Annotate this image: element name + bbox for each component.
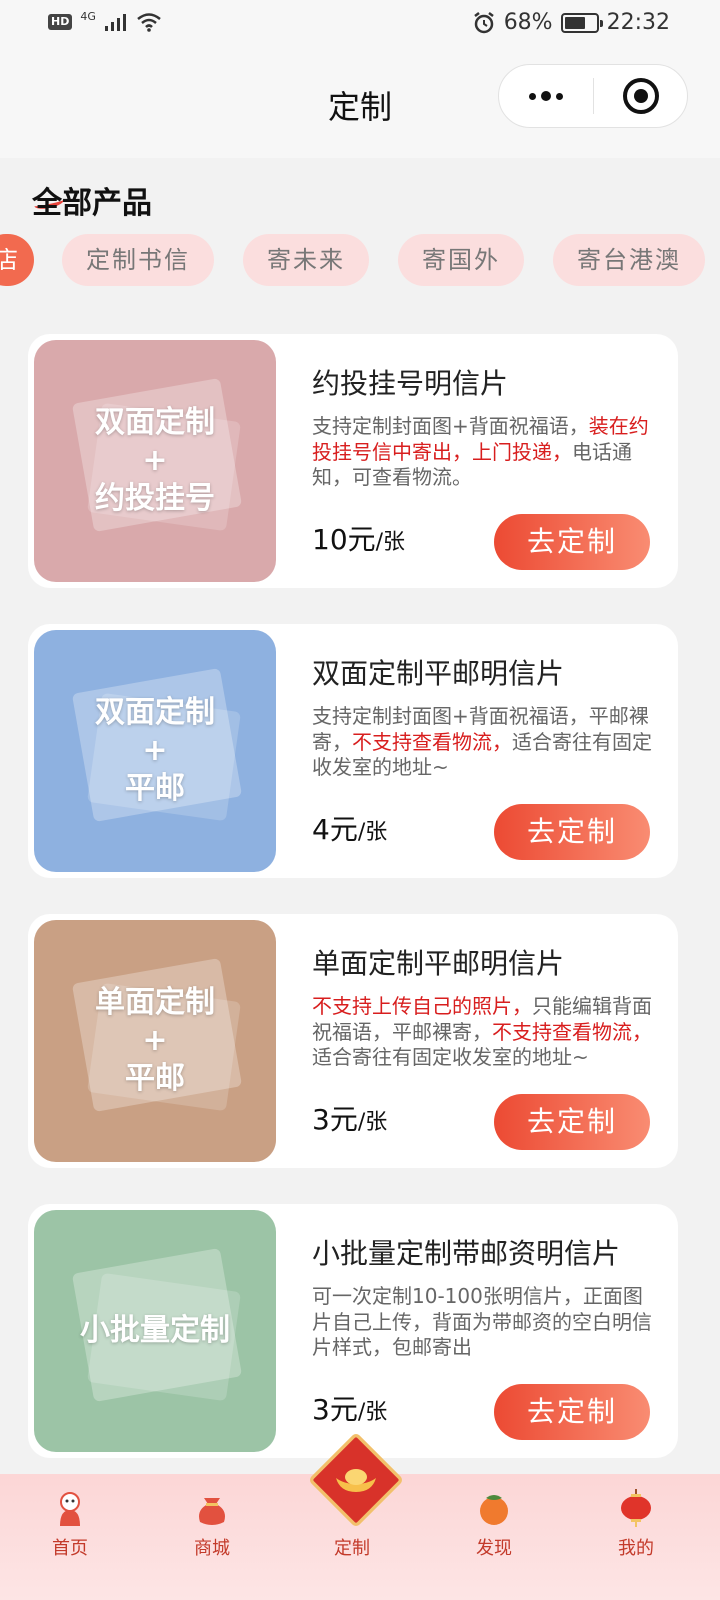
category-chip-letters[interactable]: 定制书信: [62, 234, 214, 286]
product-thumbnail: 小批量定制: [34, 1210, 276, 1452]
price-value: 3元: [312, 1393, 358, 1426]
chip-label: 店: [0, 246, 20, 274]
price-value: 10元: [312, 523, 376, 556]
clock: 22:32: [606, 10, 670, 35]
thumbnail-caption: 单面定制 + 平邮: [95, 985, 215, 1096]
product-price: 3元/张: [312, 1388, 387, 1428]
nav-header: 定制: [0, 50, 720, 158]
category-chip-abroad[interactable]: 寄国外: [398, 234, 524, 286]
product-description: 不支持上传自己的照片，只能编辑背面祝福语，平邮裸寄，不支持查看物流，适合寄往有固…: [312, 994, 652, 1071]
price-unit: /张: [357, 820, 388, 845]
target-icon: [622, 78, 659, 114]
thumbnail-caption: 双面定制 + 约投挂号: [95, 405, 215, 516]
price-unit: /张: [357, 1110, 388, 1135]
battery-fill: [564, 16, 585, 29]
customize-button[interactable]: 去定制: [494, 1384, 650, 1440]
customize-button[interactable]: 去定制: [494, 514, 650, 570]
tab-mall[interactable]: 商城: [152, 1474, 272, 1600]
product-thumbnail: 双面定制 + 约投挂号: [34, 340, 276, 582]
description-highlight: 不支持查看物流，: [352, 729, 512, 754]
lucky-bag-icon: [192, 1488, 232, 1528]
more-dot-icon: [529, 92, 536, 100]
thumbnail-caption: 双面定制 + 平邮: [95, 695, 215, 806]
customize-button[interactable]: 去定制: [494, 804, 650, 860]
customize-button[interactable]: 去定制: [494, 1094, 650, 1150]
product-price: 3元/张: [312, 1098, 387, 1138]
description-highlight: 不支持查看物流，: [492, 1019, 652, 1044]
tab-mine[interactable]: 我的: [576, 1474, 696, 1600]
lantern-icon: [616, 1488, 656, 1528]
battery-percent: 68%: [503, 10, 553, 35]
alarm-icon: [473, 11, 494, 33]
price-value: 3元: [312, 1103, 358, 1136]
gold-ingot-icon: [336, 1469, 376, 1492]
close-miniprogram-button[interactable]: [594, 65, 687, 127]
category-chip-future[interactable]: 寄未来: [243, 234, 369, 286]
product-card[interactable]: 小批量定制 小批量定制带邮资明信片 可一次定制10-100张明信片，正面图片自己…: [28, 1204, 678, 1458]
description-text: 适合寄往有固定收发室的地址~: [312, 1045, 589, 1069]
product-card[interactable]: 双面定制 + 平邮 双面定制平邮明信片 支持定制封面图+背面祝福语，平邮裸寄，不…: [28, 624, 678, 878]
description-text: 可一次定制10-100张明信片，正面图片自己上传，背面为带邮资的空白明信片样式，…: [312, 1284, 652, 1359]
product-card[interactable]: 双面定制 + 约投挂号 约投挂号明信片 支持定制封面图+背面祝福语，装在约投挂号…: [28, 334, 678, 588]
more-dot-icon: [541, 91, 551, 101]
status-bar: HD 4G 68% 22:32: [0, 0, 720, 50]
price-unit: /张: [375, 530, 406, 555]
status-right: 68% 22:32: [472, 10, 670, 35]
price-value: 4元: [312, 813, 358, 846]
tab-label: 首页: [52, 1538, 88, 1559]
miniprogram-capsule: [498, 64, 688, 128]
price-unit: /张: [357, 1400, 388, 1425]
more-button[interactable]: [499, 65, 593, 127]
category-chip-active[interactable]: 店: [0, 234, 34, 286]
hd-badge: HD: [48, 14, 73, 30]
tab-discover[interactable]: 发现: [434, 1474, 554, 1600]
product-description: 可一次定制10-100张明信片，正面图片自己上传，背面为带邮资的空白明信片样式，…: [312, 1284, 652, 1361]
tab-customize[interactable]: [307, 1431, 405, 1529]
product-thumbnail: 单面定制 + 平邮: [34, 920, 276, 1162]
more-dot-icon: [556, 92, 563, 100]
tab-label: 定制: [334, 1538, 370, 1559]
persimmon-icon: [474, 1488, 514, 1528]
product-description: 支持定制封面图+背面祝福语，平邮裸寄，不支持查看物流，适合寄往有固定收发室的地址…: [312, 704, 652, 781]
product-card[interactable]: 单面定制 + 平邮 单面定制平邮明信片 不支持上传自己的照片，只能编辑背面祝福语…: [28, 914, 678, 1168]
product-thumbnail: 双面定制 + 平邮: [34, 630, 276, 872]
signal-icon: [104, 14, 126, 31]
category-tabs: 店 定制书信 寄未来 寄国外 寄台港澳: [0, 234, 720, 288]
tab-label: 商城: [194, 1538, 230, 1559]
product-name: 小批量定制带邮资明信片: [312, 1237, 621, 1270]
section-title: 全部产品: [32, 186, 152, 221]
description-highlight: 不支持上传自己的照片，: [312, 994, 532, 1018]
category-chip-hk-macau-taiwan[interactable]: 寄台港澳: [553, 234, 705, 286]
network-type: 4G: [80, 9, 96, 23]
tab-label: 我的: [618, 1538, 654, 1559]
mascot-icon: [50, 1488, 90, 1528]
tab-label: 发现: [476, 1538, 512, 1559]
product-description: 支持定制封面图+背面祝福语，装在约投挂号信中寄出，上门投递，电话通知，可查看物流…: [312, 414, 652, 491]
battery-icon: [560, 12, 603, 33]
product-name: 双面定制平邮明信片: [312, 657, 565, 690]
product-name: 约投挂号明信片: [312, 367, 509, 400]
status-left: HD 4G: [48, 9, 162, 32]
description-text: 支持定制封面图+背面祝福语，: [312, 414, 589, 438]
wifi-icon: [137, 13, 161, 32]
thumbnail-caption: 小批量定制: [80, 1313, 230, 1348]
product-price: 10元/张: [312, 518, 405, 558]
product-price: 4元/张: [312, 808, 387, 848]
tab-home[interactable]: 首页: [10, 1474, 130, 1600]
product-name: 单面定制平邮明信片: [312, 947, 565, 980]
